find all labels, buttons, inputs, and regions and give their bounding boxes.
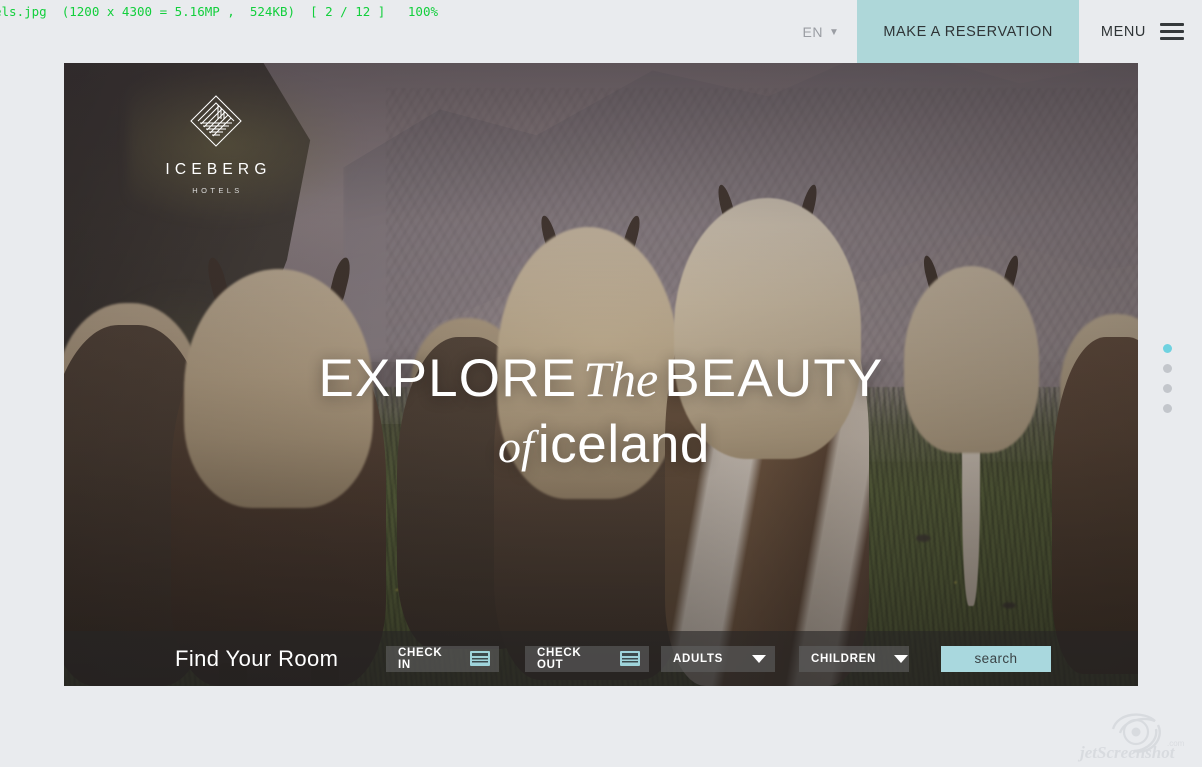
chevron-down-icon (894, 654, 909, 663)
viewer-status-line: els.jpg (1200 x 4300 = 5.16MP , 524KB) [… (0, 4, 439, 19)
watermark-tld: .com (1167, 739, 1185, 748)
watermark-text: jetScreenshot (1077, 743, 1176, 762)
headline-line-1: EXPLORE The BEAUTY (64, 349, 1138, 408)
check-in-field[interactable]: CHECK IN (386, 645, 499, 672)
calendar-icon[interactable] (470, 651, 490, 666)
check-in-label: CHECK IN (398, 646, 443, 671)
brand-logo[interactable]: ICEBERG HOTELS (165, 93, 266, 195)
hamburger-icon[interactable] (1160, 23, 1184, 40)
check-out-field[interactable]: CHECK OUT (525, 645, 649, 672)
headline-line-2: oficeland (64, 415, 1138, 474)
hero-headline: EXPLORE The BEAUTY oficeland (64, 349, 1138, 475)
jetscreenshot-watermark: jetScreenshot .com (1077, 713, 1185, 762)
slider-dot-1[interactable] (1163, 344, 1172, 353)
make-reservation-button[interactable]: MAKE A RESERVATION (857, 0, 1079, 63)
chevron-down-icon (752, 654, 766, 663)
search-button[interactable]: search (941, 645, 1051, 672)
brand-subtitle: HOTELS (192, 186, 243, 195)
slider-dot-3[interactable] (1163, 384, 1172, 393)
children-select[interactable]: CHILDREN (799, 645, 909, 672)
header-right-group: EN ▼ MAKE A RESERVATION MENU (785, 0, 1202, 63)
slider-dot-2[interactable] (1163, 364, 1172, 373)
headline-word-iceland: iceland (537, 415, 710, 475)
check-out-label: CHECK OUT (537, 646, 582, 671)
headline-word-beauty: BEAUTY (664, 349, 884, 408)
adults-label: ADULTS (673, 652, 723, 665)
brand-name: ICEBERG (165, 161, 272, 178)
calendar-icon[interactable] (620, 651, 640, 666)
headline-script-of: of (498, 421, 534, 473)
slider-dot-4[interactable] (1163, 404, 1172, 413)
language-label: EN (802, 23, 823, 40)
headline-script-the: The (583, 351, 659, 407)
menu-toggle[interactable]: MENU (1079, 0, 1202, 63)
language-switcher[interactable]: EN ▼ (785, 0, 858, 63)
menu-label: MENU (1100, 23, 1146, 40)
children-label: CHILDREN (811, 652, 877, 665)
booking-title: Find Your Room (175, 645, 339, 671)
chevron-down-icon: ▼ (828, 26, 840, 38)
adults-select[interactable]: ADULTS (661, 645, 775, 672)
hero-slider[interactable]: ICEBERG HOTELS EXPLORE The BEAUTY oficelan… (64, 63, 1138, 686)
iceberg-diamond-logo-icon (190, 95, 242, 147)
headline-word-explore: EXPLORE (318, 349, 578, 408)
slider-pagination[interactable] (1163, 344, 1172, 413)
booking-bar: Find Your Room CHECK IN CHECK OUT ADULTS… (64, 631, 1138, 686)
